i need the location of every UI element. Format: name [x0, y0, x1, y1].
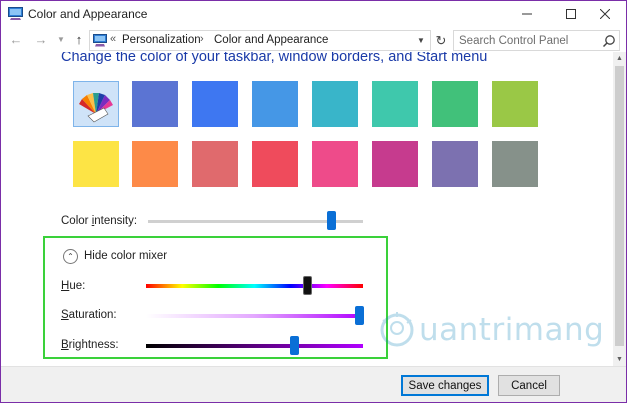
swatch-purple[interactable]: [432, 141, 478, 187]
swatch-red[interactable]: [252, 141, 298, 187]
swatch-magenta[interactable]: [372, 141, 418, 187]
watermark-text: uantrimang: [419, 312, 605, 348]
control-panel-icon: [8, 7, 23, 20]
close-icon: [600, 9, 610, 19]
recent-locations-chevron-icon[interactable]: ▼: [54, 32, 68, 46]
swatch-rose[interactable]: [192, 141, 238, 187]
color-intensity-label: Color intensity:: [61, 215, 138, 227]
saturation-slider-thumb[interactable]: [354, 306, 364, 325]
swatch-gray-green[interactable]: [492, 141, 538, 187]
back-arrow-icon[interactable]: ←: [9, 32, 23, 47]
title-bar: Color and Appearance: [1, 1, 626, 27]
swatch-orange[interactable]: [132, 141, 178, 187]
refresh-icon: ↻: [435, 32, 447, 48]
color-mixer-panel: ⌃ Hide color mixer Hue: Saturation: Brig…: [43, 236, 388, 359]
breadcrumb-separator-icon: ›: [200, 33, 204, 45]
brightness-slider-thumb[interactable]: [289, 336, 299, 355]
page-heading: Change the color of your taskbar, window…: [61, 52, 488, 65]
hue-slider-track[interactable]: [146, 284, 363, 288]
brightness-label: Brightness:: [61, 339, 119, 351]
control-panel-icon: [93, 34, 107, 47]
swatch-automatic[interactable]: [73, 81, 119, 127]
swatch-sky-blue[interactable]: [252, 81, 298, 127]
chevron-up-icon: ⌃: [67, 252, 74, 261]
navigation-bar: ← → ▼ ↑ « Personalization › Color and Ap…: [1, 28, 626, 52]
window-title: Color and Appearance: [28, 7, 148, 21]
window: Color and Appearance ← → ▼ ↑ « Personali…: [0, 0, 627, 403]
swatch-blue[interactable]: [192, 81, 238, 127]
hide-color-mixer-label[interactable]: Hide color mixer: [84, 250, 167, 262]
swatch-teal[interactable]: [312, 81, 358, 127]
close-button[interactable]: [582, 1, 627, 27]
swatch-slate-blue[interactable]: [132, 81, 178, 127]
swatch-green[interactable]: [432, 81, 478, 127]
search-box: [453, 30, 620, 51]
brightness-slider-track[interactable]: [146, 344, 363, 348]
color-fan-icon: [79, 93, 113, 123]
saturation-slider-track[interactable]: [146, 314, 363, 318]
content-area: Change the color of your taskbar, window…: [1, 52, 613, 366]
hue-label: Hue:: [61, 280, 86, 292]
forward-arrow-icon[interactable]: →: [34, 32, 48, 47]
swatch-aqua-green[interactable]: [372, 81, 418, 127]
breadcrumb-overflow-icon[interactable]: «: [110, 33, 116, 45]
minimize-icon: [522, 13, 532, 15]
save-changes-button[interactable]: Save changes: [401, 375, 489, 396]
search-icon[interactable]: [602, 34, 616, 48]
address-dropdown-chevron-icon[interactable]: ▼: [412, 31, 430, 50]
scroll-down-arrow-icon[interactable]: ▼: [613, 353, 626, 366]
vertical-scrollbar[interactable]: ▲ ▼: [613, 52, 626, 366]
scrollbar-thumb[interactable]: [615, 66, 624, 346]
refresh-button[interactable]: ↻: [432, 30, 450, 51]
scroll-up-arrow-icon[interactable]: ▲: [613, 52, 626, 65]
saturation-label: Saturation:: [61, 309, 117, 321]
watermark-logo: uantrimang: [379, 310, 609, 350]
lightbulb-logo-icon: [380, 312, 414, 347]
hue-slider-thumb[interactable]: [302, 276, 312, 295]
breadcrumb-color-and-appearance[interactable]: Color and Appearance: [214, 34, 328, 46]
search-input[interactable]: [454, 31, 600, 50]
cancel-button[interactable]: Cancel: [498, 375, 560, 396]
hide-color-mixer-button[interactable]: ⌃: [63, 249, 78, 264]
swatch-pink[interactable]: [312, 141, 358, 187]
swatch-lime[interactable]: [492, 81, 538, 127]
up-arrow-icon[interactable]: ↑: [72, 32, 86, 47]
color-intensity-slider-thumb[interactable]: [326, 211, 336, 230]
swatch-yellow[interactable]: [73, 141, 119, 187]
maximize-icon: [566, 9, 576, 19]
minimize-button[interactable]: [504, 1, 550, 27]
breadcrumb-personalization[interactable]: Personalization: [122, 34, 201, 46]
address-bar[interactable]: « Personalization › Color and Appearance…: [89, 30, 431, 51]
dialog-footer: Save changes Cancel: [1, 366, 626, 402]
